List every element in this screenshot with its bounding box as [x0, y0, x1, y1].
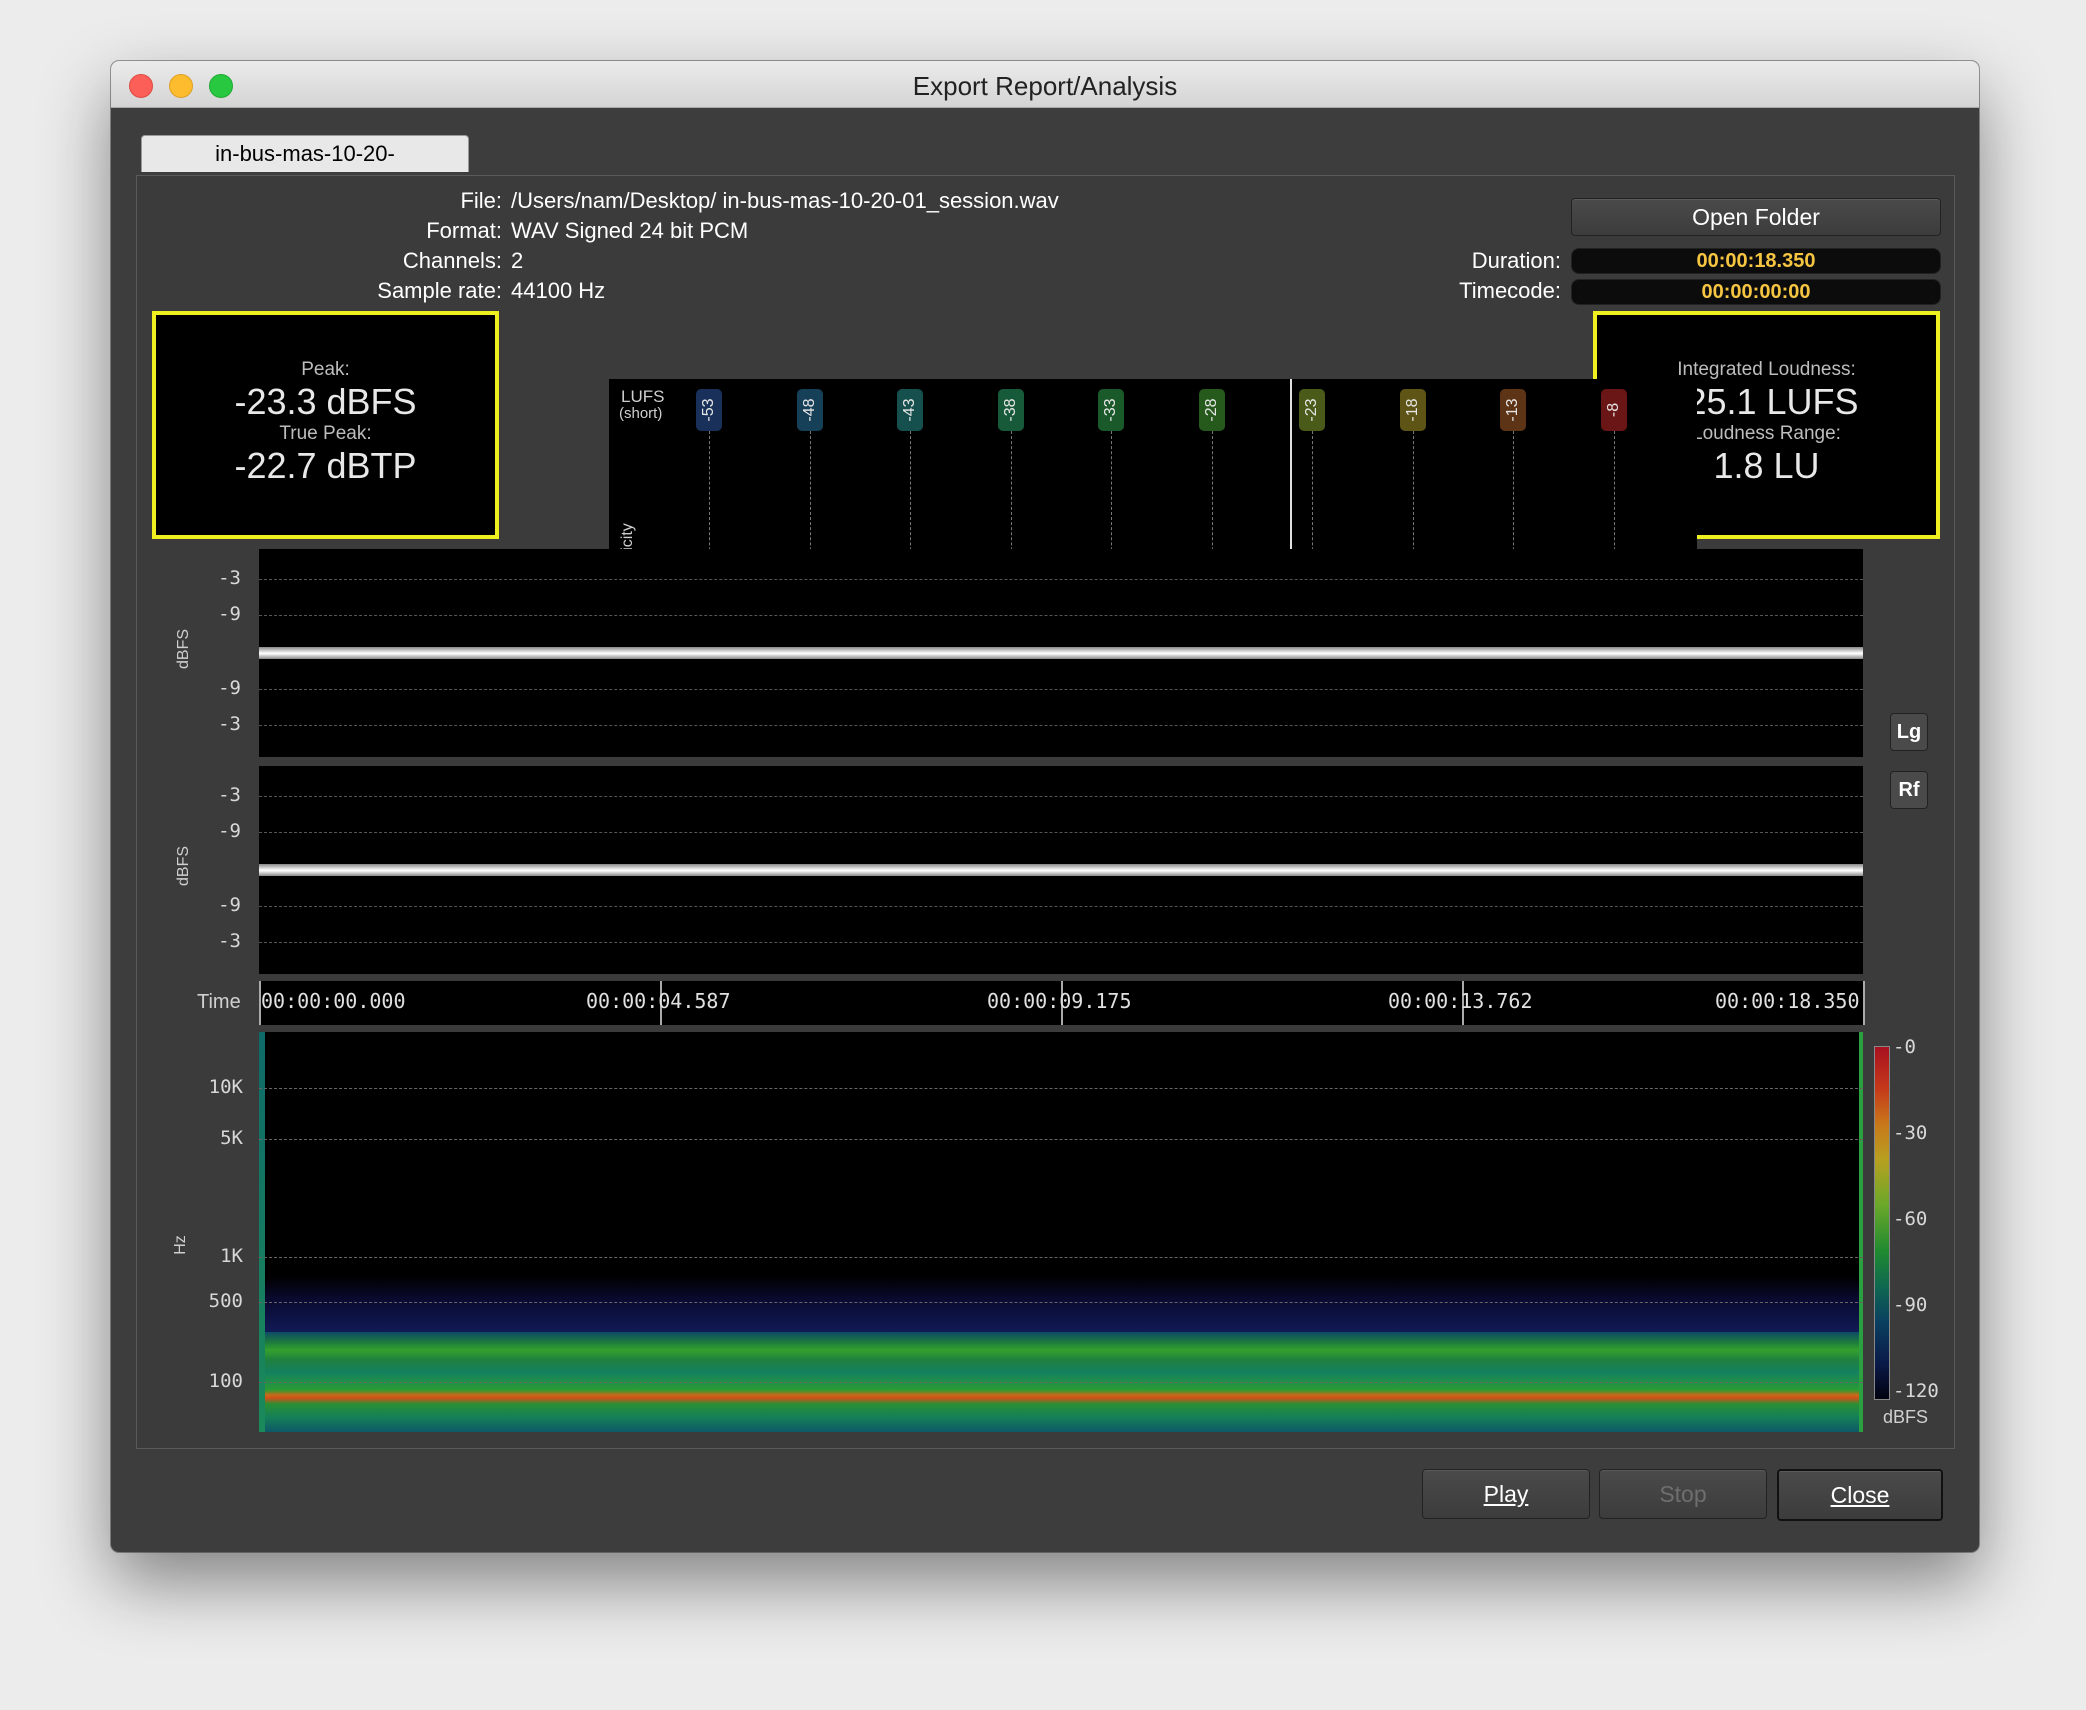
- waveform-tick-label: -9: [218, 894, 241, 916]
- tab-session-file[interactable]: in-bus-mas-10-20-01_session.wav: [141, 135, 469, 202]
- stop-button[interactable]: Stop: [1599, 1469, 1767, 1519]
- peak-label: Peak:: [301, 359, 350, 380]
- spectrogram-gridline: [259, 1139, 1863, 1140]
- format-label: Format:: [426, 218, 502, 243]
- open-folder-button[interactable]: Open Folder: [1571, 198, 1941, 236]
- timeline-tick-label: 00:00:00.000: [261, 989, 406, 1013]
- scale-tick-label: -0: [1893, 1036, 1916, 1058]
- histogram-unit-label: LUFS: [621, 387, 665, 406]
- export-report-window: Export Report/Analysis in-bus-mas-10-20-…: [111, 61, 1979, 1552]
- true-peak-value: -22.7 dBTP: [234, 445, 417, 486]
- waveform-gridline: [259, 796, 1863, 797]
- spectrogram-gridline: [259, 1257, 1863, 1258]
- waveform-signal: [259, 864, 1863, 876]
- waveform-y-label: dBFS: [175, 845, 192, 886]
- timeline-tick: [1863, 981, 1865, 1025]
- peak-meter-panel: Peak: -23.3 dBFS True Peak: -22.7 dBTP: [152, 311, 499, 539]
- waveform-signal: [259, 647, 1863, 659]
- rectified-button[interactable]: Rf: [1890, 771, 1928, 809]
- histogram-marker-label: -13: [1504, 398, 1521, 422]
- timeline-label: Time: [197, 991, 241, 1013]
- close-button[interactable]: Close: [1777, 1469, 1943, 1521]
- peak-value: -23.3 dBFS: [234, 381, 417, 422]
- histogram-unit-sublabel: (short): [619, 405, 663, 422]
- histogram-marker-label: -8: [1604, 402, 1622, 418]
- histogram-marker-badge: -48: [796, 389, 823, 431]
- spectrogram-edge-left: [259, 1032, 265, 1432]
- waveform-tick-label: -3: [218, 567, 241, 589]
- duration-value: 00:00:18.350: [1571, 248, 1941, 274]
- spectrogram-edge-right: [1859, 1032, 1863, 1432]
- waveform-y-label: dBFS: [175, 628, 192, 669]
- waveform-gridline: [259, 906, 1863, 907]
- histogram-marker-label: -33: [1102, 398, 1119, 422]
- file-value: /Users/nam/Desktop/ in-bus-mas-10-20-01_…: [511, 188, 1059, 213]
- waveform-tick-label: -9: [218, 820, 241, 842]
- window-title: Export Report/Analysis: [912, 71, 1178, 101]
- histogram-marker-label: -18: [1403, 398, 1421, 422]
- play-button[interactable]: Play: [1422, 1469, 1590, 1519]
- waveform-tick-label: -9: [218, 603, 241, 625]
- true-peak-label: True Peak:: [279, 423, 372, 444]
- log-scale-button[interactable]: Lg: [1890, 713, 1928, 751]
- waveform-gridline: [259, 689, 1863, 690]
- title-bar: Export Report/Analysis: [111, 61, 1979, 108]
- spectrogram-freq-label: 500: [208, 1290, 243, 1312]
- histogram-marker-badge: -38: [997, 389, 1024, 431]
- spectrogram-freq-label: 5K: [220, 1127, 243, 1149]
- waveform-tick-label: -3: [218, 713, 241, 735]
- waveform-gridline: [259, 942, 1863, 943]
- timeline-tick-label: 00:00:18.350: [1715, 989, 1860, 1013]
- histogram-marker-badge: -43: [897, 389, 923, 431]
- histogram-marker-label: -53: [700, 398, 717, 422]
- waveform-tick-label: -3: [218, 930, 241, 952]
- spectrogram-freq-label: 100: [208, 1370, 243, 1392]
- histogram-marker-label: -48: [800, 398, 818, 422]
- integrated-loudness-label: Integrated Loudness:: [1677, 359, 1856, 380]
- scale-tick-label: -120: [1893, 1380, 1939, 1402]
- waveform-gridline: [259, 725, 1863, 726]
- spectrogram-freq-label: 10K: [208, 1076, 243, 1098]
- spectrogram: [259, 1032, 1863, 1432]
- sample-rate-value: 44100 Hz: [511, 278, 606, 303]
- histogram-marker-label: -28: [1202, 398, 1220, 422]
- scale-tick-label: -60: [1893, 1208, 1928, 1230]
- spectrogram-gridline: [259, 1382, 1863, 1383]
- duration-label: Duration:: [1471, 248, 1561, 273]
- waveform-gridline: [259, 832, 1863, 833]
- histogram-marker-badge: -33: [1098, 389, 1124, 431]
- channels-label: Channels:: [402, 248, 502, 273]
- format-value: WAV Signed 24 bit PCM: [511, 218, 749, 243]
- timeline-tick-label: 00:00:13.762: [1388, 989, 1533, 1013]
- sample-rate-label: Sample rate:: [377, 278, 502, 303]
- scale-tick-label: -30: [1893, 1122, 1928, 1144]
- scale-unit-label: dBFS: [1883, 1407, 1929, 1427]
- waveform-tick-label: -3: [218, 784, 241, 806]
- spectrogram-color-scale: [1874, 1046, 1890, 1400]
- scale-tick-label: -90: [1893, 1294, 1928, 1316]
- histogram-marker-badge: -13: [1500, 389, 1526, 431]
- histogram-marker-label: -23: [1303, 398, 1320, 422]
- spectrogram-noise-band: [259, 1277, 1863, 1332]
- histogram-marker-label: -38: [1001, 398, 1019, 422]
- histogram-marker-badge: -28: [1198, 389, 1225, 431]
- timeline-tick-label: 00:00:04.587: [586, 989, 731, 1013]
- histogram-marker-label: -43: [901, 398, 918, 422]
- spectrogram-gridline: [259, 1302, 1863, 1303]
- timecode-value: 00:00:00:00: [1571, 279, 1941, 305]
- waveform-gridline: [259, 615, 1863, 616]
- histogram-marker-badge: -53: [696, 389, 722, 431]
- spectrogram-freq-label: 1K: [220, 1245, 243, 1267]
- histogram-marker-badge: -18: [1399, 389, 1426, 431]
- waveform-gridline: [259, 579, 1863, 580]
- timeline-tick-label: 00:00:09.175: [987, 989, 1132, 1013]
- channels-value: 2: [511, 248, 524, 273]
- histogram-marker-badge: -23: [1299, 389, 1325, 431]
- timeline-ruler: 00:00:00.000 00:00:04.587 00:00:09.175 00:0…: [259, 981, 1865, 1025]
- histogram-marker-badge: -8: [1600, 389, 1627, 431]
- spectrogram-gridline: [259, 1088, 1863, 1089]
- timecode-label: Timecode:: [1459, 278, 1561, 303]
- waveform-tick-label: -9: [218, 677, 241, 699]
- file-label: File:: [460, 188, 502, 213]
